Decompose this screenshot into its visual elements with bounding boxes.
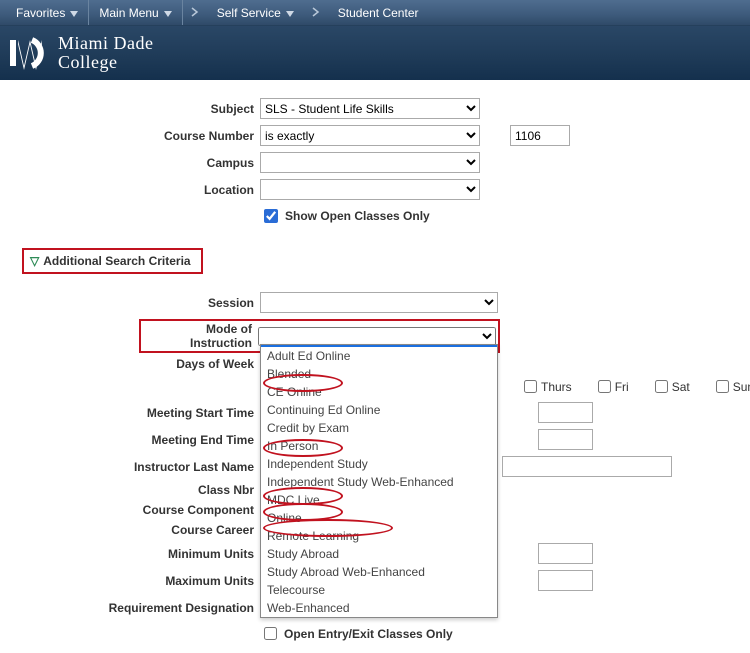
chevron-down-icon: [286, 6, 294, 20]
moi-option-blended[interactable]: Blended: [261, 365, 497, 383]
days-of-week-label: Days of Week: [22, 357, 260, 371]
moi-option-study-abroad[interactable]: Study Abroad: [261, 545, 497, 563]
subject-label: Subject: [22, 102, 260, 116]
day-sun-label: Sun: [733, 380, 750, 394]
mode-of-instruction-label: Mode of Instruction: [143, 322, 258, 350]
moi-option-online[interactable]: Online: [261, 509, 497, 527]
chevron-down-icon: [164, 6, 172, 20]
nav-self-service[interactable]: Self Service: [207, 0, 304, 25]
moi-option-web-enhanced[interactable]: Web-Enhanced: [261, 599, 497, 617]
nav-main-menu-label: Main Menu: [99, 6, 158, 20]
show-open-checkbox[interactable]: [264, 209, 278, 223]
search-form: Subject SLS - Student Life Skills Course…: [0, 80, 750, 653]
moi-option-study-abroad-web[interactable]: Study Abroad Web-Enhanced: [261, 563, 497, 581]
brand-text: Miami Dade College: [58, 34, 153, 72]
open-entry-exit-label: Open Entry/Exit Classes Only: [284, 627, 453, 641]
brand-line1: Miami Dade: [58, 34, 153, 53]
mdc-logo-icon: [10, 34, 50, 72]
maximum-units-label: Maximum Units: [22, 574, 260, 588]
moi-option-independent-study-web[interactable]: Independent Study Web-Enhanced: [261, 473, 497, 491]
day-sun-checkbox[interactable]: [716, 380, 729, 393]
moi-option-credit-by-exam[interactable]: Credit by Exam: [261, 419, 497, 437]
nav-favorites[interactable]: Favorites: [6, 0, 89, 25]
additional-criteria-toggle[interactable]: ▽ Additional Search Criteria: [22, 248, 203, 274]
day-fri-label: Fri: [615, 380, 629, 394]
session-label: Session: [22, 296, 260, 310]
campus-label: Campus: [22, 156, 260, 170]
nav-main-menu[interactable]: Main Menu: [89, 0, 182, 25]
course-number-input[interactable]: [510, 125, 570, 146]
meeting-end-label: Meeting End Time: [22, 433, 260, 447]
day-thurs-checkbox[interactable]: [524, 380, 537, 393]
moi-option-telecourse[interactable]: Telecourse: [261, 581, 497, 599]
top-nav: Favorites Main Menu Self Service Student…: [0, 0, 750, 26]
expand-icon: ▽: [30, 254, 39, 268]
moi-option-continuing-ed-online[interactable]: Continuing Ed Online: [261, 401, 497, 419]
meeting-start-input[interactable]: [538, 402, 593, 423]
day-thurs-label: Thurs: [541, 380, 572, 394]
brand-banner: Miami Dade College: [0, 26, 750, 80]
moi-option-independent-study[interactable]: Independent Study: [261, 455, 497, 473]
breadcrumb-separator-icon: [312, 6, 320, 20]
breadcrumb-separator-icon: [191, 6, 199, 20]
moi-option-ce-online[interactable]: CE Online: [261, 383, 497, 401]
maximum-units-input[interactable]: [538, 570, 593, 591]
meeting-start-label: Meeting Start Time: [22, 406, 260, 420]
meeting-end-input[interactable]: [538, 429, 593, 450]
brand-line2: College: [58, 53, 153, 72]
session-select[interactable]: [260, 292, 498, 313]
location-label: Location: [22, 183, 260, 197]
instructor-last-name-input[interactable]: [502, 456, 672, 477]
subject-select[interactable]: SLS - Student Life Skills: [260, 98, 480, 119]
mode-of-instruction-dropdown[interactable]: Adult Ed Online Blended CE Online Contin…: [260, 344, 498, 618]
additional-criteria-label: Additional Search Criteria: [43, 254, 190, 268]
day-sat-label: Sat: [672, 380, 690, 394]
moi-option-mdc-live[interactable]: MDC Live: [261, 491, 497, 509]
course-career-label: Course Career: [22, 523, 260, 537]
moi-option-remote-learning[interactable]: Remote Learning: [261, 527, 497, 545]
additional-criteria-panel: Session Mode of Instruction Adult Ed Onl…: [22, 292, 728, 643]
campus-select[interactable]: [260, 152, 480, 173]
day-sat-checkbox[interactable]: [655, 380, 668, 393]
location-select[interactable]: [260, 179, 480, 200]
moi-option-in-person[interactable]: In Person: [261, 437, 497, 455]
mode-of-instruction-select[interactable]: [258, 327, 496, 346]
show-open-label: Show Open Classes Only: [285, 209, 430, 223]
nav-student-center[interactable]: Student Center: [328, 0, 429, 25]
course-component-label: Course Component: [22, 503, 260, 517]
minimum-units-label: Minimum Units: [22, 547, 260, 561]
instructor-last-name-label: Instructor Last Name: [22, 460, 260, 474]
class-nbr-label: Class Nbr: [22, 483, 260, 497]
minimum-units-input[interactable]: [538, 543, 593, 564]
moi-option-adult-ed-online[interactable]: Adult Ed Online: [261, 347, 497, 365]
day-fri-checkbox[interactable]: [598, 380, 611, 393]
course-number-label: Course Number: [22, 129, 260, 143]
nav-student-center-label: Student Center: [338, 6, 419, 20]
nav-self-service-label: Self Service: [217, 6, 281, 20]
open-entry-exit-checkbox[interactable]: [264, 627, 277, 640]
course-number-match-select[interactable]: is exactly: [260, 125, 480, 146]
nav-favorites-label: Favorites: [16, 6, 65, 20]
chevron-down-icon: [70, 6, 78, 20]
